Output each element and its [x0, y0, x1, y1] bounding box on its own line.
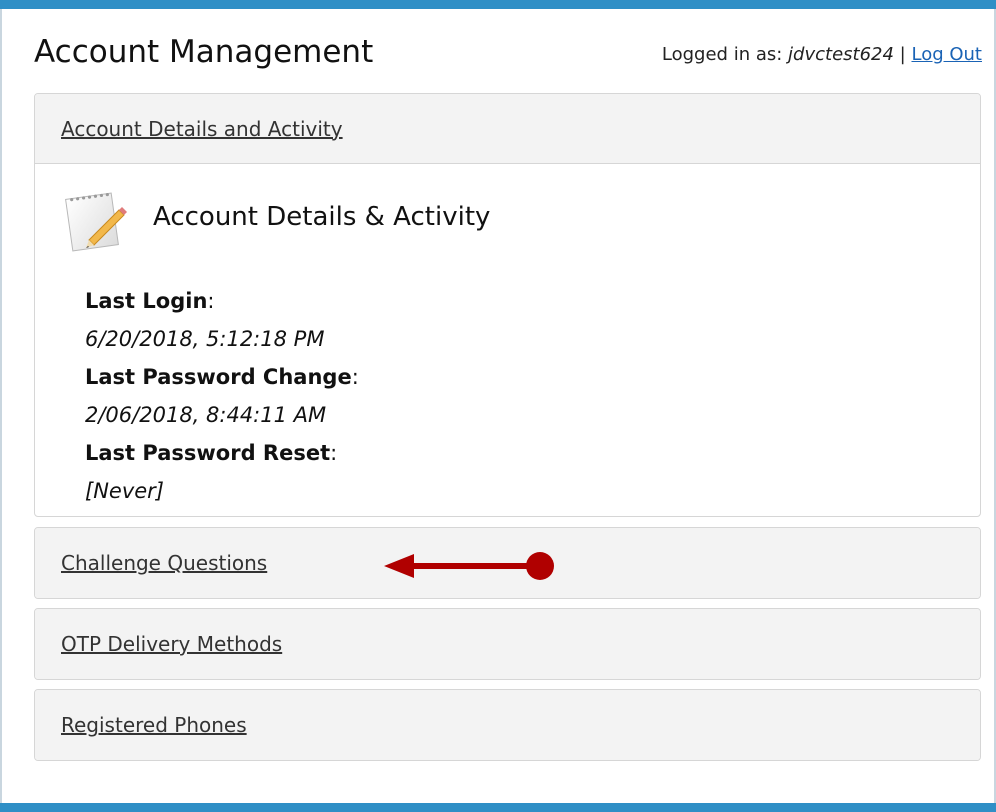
red-arrow-icon — [384, 552, 554, 580]
panel-header-otp-delivery-methods[interactable]: OTP Delivery Methods — [35, 609, 980, 679]
bottom-accent-bar — [0, 803, 996, 812]
detail-value: 2/06/2018, 8:44:11 AM — [85, 403, 327, 427]
detail-last-login: Last Login: — [85, 289, 215, 313]
otp-delivery-methods-link[interactable]: OTP Delivery Methods — [61, 632, 282, 656]
account-details-link[interactable]: Account Details and Activity — [61, 117, 343, 141]
separator: | — [899, 44, 906, 65]
detail-value: [Never] — [85, 479, 164, 503]
logout-link[interactable]: Log Out — [911, 44, 982, 65]
detail-last-password-reset: Last Password Reset: — [85, 441, 338, 465]
page-frame: Account Management Logged in as: jdvctes… — [0, 0, 996, 812]
activity-details: Last Login: 6/20/2018, 5:12:18 PM Last P… — [85, 282, 359, 510]
panel-registered-phones: Registered Phones — [34, 689, 981, 761]
login-info: Logged in as: jdvctest624 | Log Out — [662, 44, 982, 65]
registered-phones-link[interactable]: Registered Phones — [61, 713, 247, 737]
panel-header-registered-phones[interactable]: Registered Phones — [35, 690, 980, 760]
detail-value: 6/20/2018, 5:12:18 PM — [85, 327, 325, 351]
panel-header-account-details[interactable]: Account Details and Activity — [35, 94, 980, 164]
account-details-body: Account Details & Activity Last Login: 6… — [35, 164, 980, 515]
panel-account-details: Account Details and Activity Account Det… — [34, 93, 981, 517]
section-title: Account Details & Activity — [153, 202, 491, 232]
page-title: Account Management — [34, 34, 374, 70]
notepad-pencil-icon — [65, 192, 127, 252]
logged-in-label: Logged in as: — [661, 44, 783, 65]
top-accent-bar — [0, 0, 996, 9]
left-border — [0, 9, 2, 803]
detail-last-password-change: Last Password Change: — [85, 365, 359, 389]
username: jdvctest624 — [788, 44, 894, 65]
detail-label: Last Login — [85, 289, 208, 313]
challenge-questions-link[interactable]: Challenge Questions — [61, 551, 267, 575]
panel-otp-delivery-methods: OTP Delivery Methods — [34, 608, 981, 680]
detail-label: Last Password Reset — [85, 441, 331, 465]
detail-label: Last Password Change — [85, 365, 352, 389]
